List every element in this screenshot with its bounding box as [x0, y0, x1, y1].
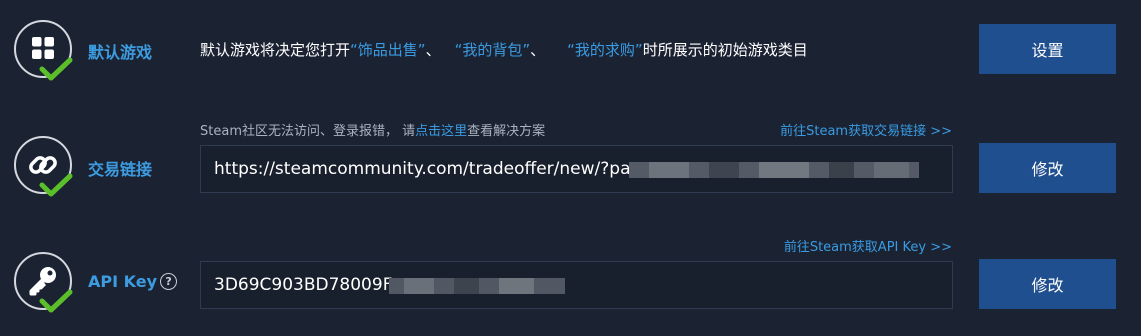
desc-separator: 、: [530, 41, 546, 59]
default-game-label: 默认游戏: [88, 43, 153, 62]
help-icon[interactable]: ?: [160, 273, 178, 290]
trade-link-label: 交易链接: [88, 160, 153, 179]
checkmark-icon: [39, 57, 73, 81]
get-api-key-link[interactable]: 前往Steam获取API Key >>: [784, 236, 952, 255]
checkmark-icon: [39, 289, 73, 313]
click-here-link[interactable]: 点击这里: [415, 124, 467, 139]
api-key-label-text: API Key: [88, 272, 158, 291]
api-key-input[interactable]: [201, 262, 952, 308]
api-key-label: API Key?: [88, 272, 178, 291]
checkmark-icon: [39, 173, 73, 197]
desc-text: 默认游戏将决定您打开: [200, 41, 351, 59]
desc-highlight-sell: “饰品出售”: [350, 41, 426, 59]
desc-separator: 、: [425, 41, 441, 59]
steam-access-notice: Steam社区无法访问、登录报错， 请点击这里查看解决方案: [200, 120, 545, 139]
set-default-game-button[interactable]: 设置: [979, 24, 1116, 74]
edit-api-key-button[interactable]: 修改: [979, 259, 1116, 309]
notice-text-end: 查看解决方案: [467, 124, 546, 139]
desc-text-end: 时所展示的初始游戏类目: [642, 41, 808, 59]
notice-text: Steam社区无法访问、登录报错， 请: [200, 124, 416, 139]
get-trade-link-link[interactable]: 前往Steam获取交易链接 >>: [780, 120, 952, 139]
api-key-field: [200, 261, 953, 309]
redaction-mask: [389, 278, 565, 294]
trade-link-field: [200, 145, 953, 193]
edit-trade-link-button[interactable]: 修改: [979, 143, 1116, 193]
default-game-description: 默认游戏将决定您打开“饰品出售”、 “我的背包”、 “我的求购”时所展示的初始游戏类…: [200, 39, 808, 60]
redaction-mask: [629, 162, 919, 178]
desc-highlight-backpack: “我的背包”: [454, 41, 531, 59]
desc-highlight-buy-orders: “我的求购”: [567, 41, 643, 59]
